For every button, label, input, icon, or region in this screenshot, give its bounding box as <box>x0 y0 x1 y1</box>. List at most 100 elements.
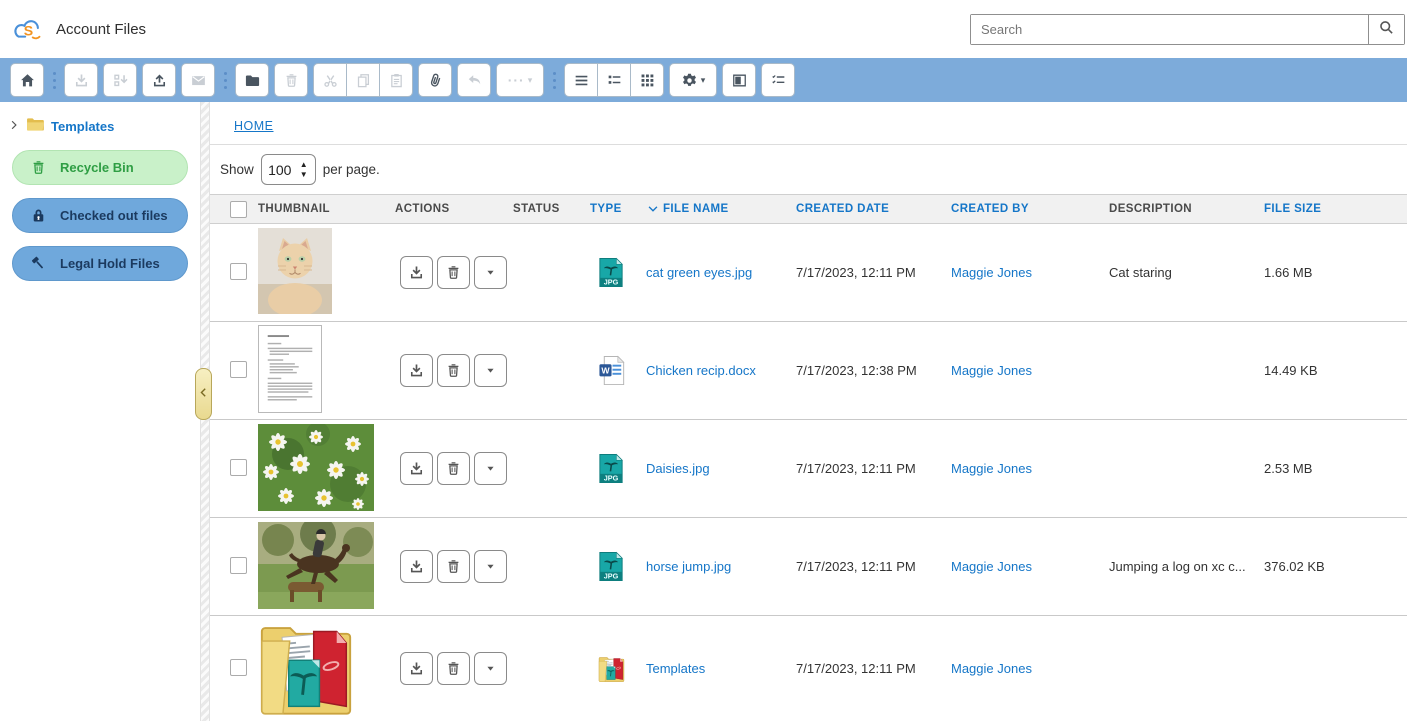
row-download-button[interactable] <box>400 452 433 485</box>
download-icon <box>408 264 425 281</box>
download-button[interactable] <box>64 63 98 97</box>
grid-view-button[interactable] <box>630 63 664 97</box>
description-cell: Jumping a log on xc c... <box>1109 559 1264 574</box>
row-delete-button[interactable] <box>437 452 470 485</box>
chevron-right-icon[interactable] <box>8 118 20 136</box>
row-delete-button[interactable] <box>437 354 470 387</box>
created-by-link[interactable]: Maggie Jones <box>951 661 1032 676</box>
sort-descending-icon <box>646 202 660 216</box>
table-row: JPGhorse jump.jpg7/17/2023, 12:11 PMMagg… <box>210 518 1407 616</box>
file-name-link[interactable]: horse jump.jpg <box>646 559 731 574</box>
horse-photo-thumbnail[interactable] <box>258 522 374 609</box>
sidebar-pills: Recycle Bin Checked out files Legal Hold F… <box>0 150 200 281</box>
row-download-button[interactable] <box>400 550 433 583</box>
upload-icon <box>151 72 168 89</box>
file-name-link[interactable]: Chicken recip.docx <box>646 363 756 378</box>
caret-down-icon <box>484 662 497 675</box>
cut-icon <box>322 72 339 89</box>
lock-icon <box>30 207 47 224</box>
file-size-cell: 14.49 KB <box>1264 363 1407 378</box>
row-download-button[interactable] <box>400 256 433 289</box>
row-more-actions-dropdown[interactable] <box>474 550 507 583</box>
paste-button[interactable] <box>379 63 413 97</box>
sidebar-legal-hold-files-button[interactable]: Legal Hold Files <box>12 246 188 281</box>
cut-button[interactable] <box>313 63 347 97</box>
row-more-actions-dropdown[interactable] <box>474 652 507 685</box>
word-doc-thumbnail[interactable] <box>258 325 322 413</box>
file-size-cell: 1.66 MB <box>1264 265 1407 280</box>
row-delete-button[interactable] <box>437 550 470 583</box>
per-page-input[interactable] <box>262 162 298 178</box>
column-header-file-name[interactable]: FILE NAME <box>646 202 796 216</box>
created-date-cell: 7/17/2023, 12:38 PM <box>796 363 951 378</box>
column-header-thumbnail: THUMBNAIL <box>258 203 395 215</box>
preview-pane-button[interactable] <box>722 63 756 97</box>
column-header-created-by[interactable]: CREATED BY <box>951 203 1109 215</box>
breadcrumb: HOME <box>210 102 1407 145</box>
cat-photo-thumbnail[interactable] <box>258 228 332 314</box>
row-more-actions-dropdown[interactable] <box>474 256 507 289</box>
s-drive-cloud-logo: S <box>12 17 44 41</box>
email-button[interactable] <box>181 63 215 97</box>
page-title: Account Files <box>56 21 146 38</box>
sidebar-checked-out-files-button[interactable]: Checked out files <box>12 198 188 233</box>
created-date-cell: 7/17/2023, 12:11 PM <box>796 265 951 280</box>
column-header-created-date[interactable]: CREATED DATE <box>796 203 951 215</box>
settings-gear-button[interactable]: ▾ <box>669 63 717 97</box>
row-more-actions-dropdown[interactable] <box>474 452 507 485</box>
file-name-link[interactable]: Daisies.jpg <box>646 461 710 476</box>
created-by-link[interactable]: Maggie Jones <box>951 461 1032 476</box>
trash-button[interactable] <box>274 63 308 97</box>
svg-text:S: S <box>24 23 33 39</box>
row-download-button[interactable] <box>400 652 433 685</box>
search-input[interactable] <box>971 15 1368 44</box>
link-button[interactable] <box>418 63 452 97</box>
row-checkbox[interactable] <box>230 557 247 574</box>
row-delete-button[interactable] <box>437 256 470 289</box>
more-button[interactable]: ···▾ <box>496 63 544 97</box>
list-view-button[interactable] <box>564 63 598 97</box>
sidebar-item-templates[interactable]: Templates <box>0 116 200 137</box>
sidebar-collapse-handle[interactable] <box>195 368 212 420</box>
detail-view-button[interactable] <box>597 63 631 97</box>
account-files-page: S Account Files ···▾▾ Templ <box>0 0 1407 721</box>
created-date-cell: 7/17/2023, 12:11 PM <box>796 661 951 676</box>
created-by-link[interactable]: Maggie Jones <box>951 363 1032 378</box>
breadcrumb-home-link[interactable]: HOME <box>234 119 274 133</box>
copy-button[interactable] <box>346 63 380 97</box>
search-button[interactable] <box>1368 15 1404 44</box>
per-page-spinner: ▲ ▼ <box>261 154 316 185</box>
file-name-link[interactable]: Templates <box>646 661 705 676</box>
column-header-type[interactable]: TYPE <box>590 203 646 215</box>
file-name-link[interactable]: cat green eyes.jpg <box>646 265 752 280</box>
download-icon <box>73 72 90 89</box>
row-checkbox[interactable] <box>230 659 247 676</box>
spinner-down-arrow[interactable]: ▼ <box>300 172 308 178</box>
row-download-button[interactable] <box>400 354 433 387</box>
sidebar-button-label: Legal Hold Files <box>60 256 160 271</box>
sidebar-recycle-bin-button[interactable]: Recycle Bin <box>12 150 188 185</box>
created-by-link[interactable]: Maggie Jones <box>951 559 1032 574</box>
jpg-file-icon: JPG <box>590 551 646 582</box>
daisies-photo-thumbnail[interactable] <box>258 424 374 511</box>
row-checkbox[interactable] <box>230 263 247 280</box>
checklist-button[interactable] <box>761 63 795 97</box>
home-button[interactable] <box>10 63 44 97</box>
multi-download-button[interactable] <box>103 63 137 97</box>
row-more-actions-dropdown[interactable] <box>474 354 507 387</box>
upload-button[interactable] <box>142 63 176 97</box>
chevron-left-icon <box>198 385 209 403</box>
row-checkbox[interactable] <box>230 361 247 378</box>
top-header: S Account Files <box>0 0 1407 58</box>
select-all-checkbox[interactable] <box>230 201 247 218</box>
row-delete-button[interactable] <box>437 652 470 685</box>
created-by-link[interactable]: Maggie Jones <box>951 265 1032 280</box>
undo-button[interactable] <box>457 63 491 97</box>
row-checkbox[interactable] <box>230 459 247 476</box>
spinner-up-arrow[interactable]: ▲ <box>300 162 308 168</box>
trash-icon <box>445 660 462 677</box>
folder-button[interactable] <box>235 63 269 97</box>
jpg-file-icon: JPG <box>590 257 646 288</box>
column-header-file-size[interactable]: FILE SIZE <box>1264 203 1407 215</box>
folder-thumbnail[interactable] <box>258 616 354 718</box>
